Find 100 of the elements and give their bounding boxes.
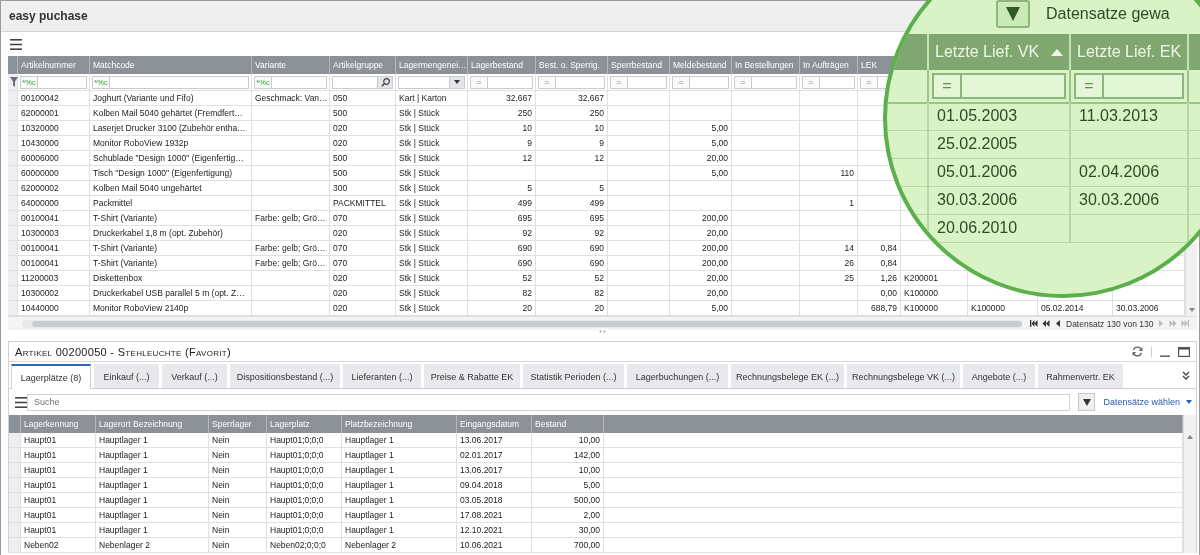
table-cell [732, 106, 800, 121]
scroll-up-icon[interactable] [1187, 435, 1193, 439]
previous-page-icon[interactable] [1042, 320, 1050, 327]
row-header-cell [8, 166, 18, 181]
scroll-down-icon[interactable] [1188, 308, 1195, 312]
row-header-cell [9, 538, 21, 553]
tab[interactable]: Lagerbuchungen (...) [627, 364, 728, 388]
table-cell: Nein [209, 493, 267, 508]
table-cell [732, 196, 800, 211]
table-cell: Haupt01;0;0;0 [267, 508, 342, 523]
table-cell: 11.03.2013 [1071, 102, 1189, 131]
table-cell [800, 226, 858, 241]
table-cell [732, 121, 800, 136]
table-cell: Diskettenbox [90, 271, 252, 286]
table-cell: 020 [330, 271, 396, 286]
row-header-cell [9, 508, 21, 523]
tab[interactable]: Einkauf (...) [94, 364, 159, 388]
column-header[interactable]: In Aufträgen [803, 60, 849, 70]
tab[interactable]: Preise & Rabatte EK [424, 364, 520, 388]
column-header[interactable]: Lagerplatz [270, 419, 310, 429]
tab[interactable]: Angebote (...) [963, 364, 1035, 388]
column-header[interactable]: LEK [861, 60, 878, 70]
table-cell [608, 121, 670, 136]
caret-down-icon[interactable] [1186, 400, 1192, 404]
table-cell: Stk | Stück [396, 211, 468, 226]
column-header[interactable]: Letzte Lief. VK [929, 34, 1071, 70]
table-cell: 500 [330, 106, 396, 121]
column-header[interactable]: Lagerort Bezeichnung [99, 419, 183, 429]
table-cell: 690 [536, 241, 608, 256]
table-cell: 5,00 [670, 166, 732, 181]
tab[interactable]: Lagerplätze (8) [11, 364, 91, 389]
column-header[interactable]: In Bestellungen [735, 60, 794, 70]
tab[interactable]: Rechnungsbelege VK (...) [847, 364, 960, 388]
maximize-icon[interactable] [1178, 346, 1190, 357]
table-cell: 20,00 [670, 286, 732, 301]
table-cell: Stk | Stück [396, 226, 468, 241]
column-header[interactable]: Lagerkennung [24, 419, 79, 429]
column-header[interactable]: Artikelgruppe [333, 60, 384, 70]
table-cell: Stk | Stück [396, 121, 468, 136]
refresh-icon[interactable] [1132, 346, 1143, 357]
select-records-link[interactable]: Datensätze wählen [1103, 397, 1180, 407]
tab[interactable]: Rechnungsbelege EK (...) [731, 364, 844, 388]
chevrons-down-icon[interactable] [1182, 370, 1190, 380]
table-cell: 500,00 [532, 493, 604, 508]
tab[interactable]: Dispositionsbestand (...) [230, 364, 340, 388]
tab[interactable]: Statistik Perioden (...) [523, 364, 624, 388]
table-cell: Nein [209, 538, 267, 553]
next-page-icon[interactable] [1169, 320, 1178, 327]
table-cell: 020 [330, 286, 396, 301]
row-header-cell [9, 433, 21, 448]
table-cell: Kolben Mail 5040 ungehärtet [90, 181, 252, 196]
search-field[interactable]: Suche [27, 393, 1071, 411]
next-icon[interactable] [1157, 320, 1166, 327]
table-cell: 020 [330, 136, 396, 151]
previous-icon[interactable] [1054, 320, 1062, 327]
column-header[interactable]: Letzte Lief. EK [1071, 34, 1189, 70]
row-header-cell [9, 493, 21, 508]
column-header[interactable]: Eingangsdatum [460, 419, 520, 429]
table-cell: Nein [209, 448, 267, 463]
horizontal-scrollbar[interactable] [22, 319, 1022, 328]
row-header-cell [9, 463, 21, 478]
menu-icon[interactable] [15, 396, 27, 408]
column-header[interactable]: Artikelnummer [21, 60, 76, 70]
column-header[interactable]: Matchcode [93, 60, 135, 70]
table-cell: 02.01.2017 [457, 448, 532, 463]
table-cell: Nein [209, 478, 267, 493]
column-header[interactable]: Bestand [535, 419, 567, 429]
column-header[interactable]: Lagerbestand [471, 60, 523, 70]
column-header[interactable]: Sperrlager [212, 419, 252, 429]
table-cell: 2,00 [532, 508, 604, 523]
tab[interactable]: Lieferanten (...) [343, 364, 421, 388]
column-header[interactable]: Platzbezeichnung [345, 419, 413, 429]
first-page-icon[interactable] [1030, 320, 1038, 327]
column-header[interactable]: Lagermengenei… [399, 60, 467, 70]
column-header[interactable]: Sperrbestand [611, 60, 663, 70]
dropdown-button[interactable] [996, 0, 1030, 28]
row-header-cell [8, 121, 18, 136]
column-header[interactable]: Meldebestand [673, 60, 727, 70]
table-cell [732, 226, 800, 241]
tab[interactable]: Verkauf (...) [162, 364, 227, 388]
last-page-icon[interactable] [1181, 320, 1190, 327]
filter-icon[interactable] [10, 77, 18, 87]
table-cell: Stk | Stück [396, 166, 468, 181]
table-cell: 30,00 [532, 523, 604, 538]
table-cell [732, 271, 800, 286]
table-cell: 499 [468, 196, 536, 211]
dropdown-button[interactable] [1078, 393, 1096, 411]
table-cell: 30.03.2006 [929, 186, 1071, 215]
tab[interactable]: Rahmenvertr. EK [1038, 364, 1123, 388]
column-header[interactable]: Best. o. Sperrig. [539, 60, 600, 70]
table-cell: 20,00 [670, 226, 732, 241]
table-cell: 05.01.2006 [929, 158, 1071, 187]
filter-operator-button[interactable]: = [861, 76, 878, 88]
table-cell: 92 [536, 226, 608, 241]
table-cell: 00100042 [18, 91, 90, 106]
menu-icon[interactable] [10, 38, 22, 50]
table-cell: 03.05.2018 [457, 493, 532, 508]
column-header[interactable]: Variante [255, 60, 287, 70]
table-cell: 09.04.2018 [457, 478, 532, 493]
table-cell: Haupt01;0;0;0 [267, 463, 342, 478]
